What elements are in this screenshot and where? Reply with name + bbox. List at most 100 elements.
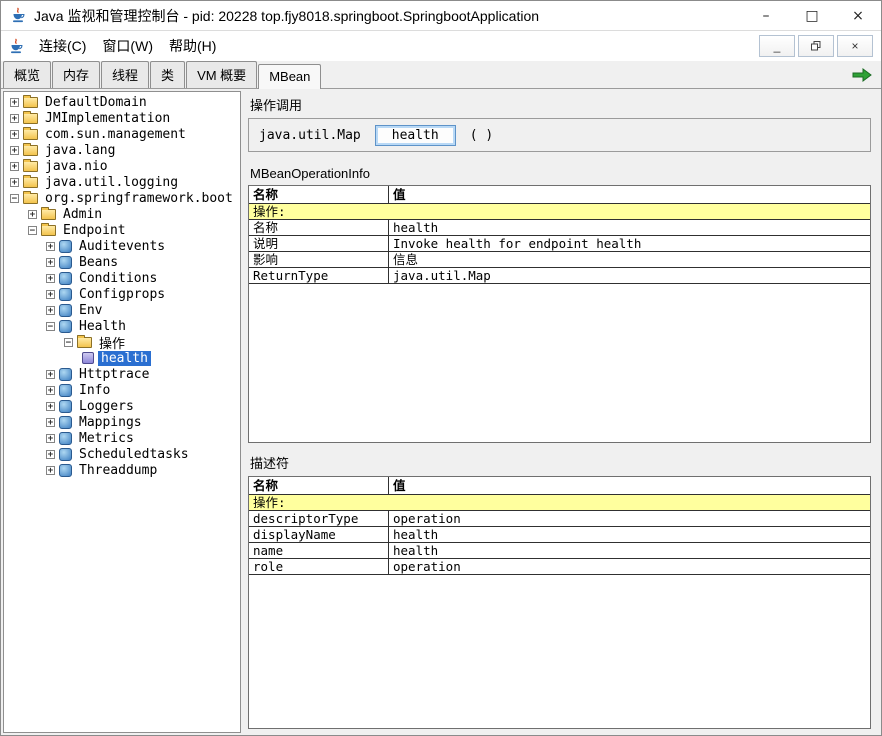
tree-node-label: health: [98, 351, 151, 366]
expand-toggle-icon[interactable]: +: [46, 370, 55, 379]
tree-node-label: Info: [76, 383, 113, 398]
expand-toggle-icon[interactable]: +: [46, 290, 55, 299]
expand-toggle-icon[interactable]: +: [46, 434, 55, 443]
row-value-cell: 信息: [389, 252, 870, 267]
folder-icon: [41, 225, 56, 236]
row-name-cell: displayName: [249, 527, 389, 542]
maximize-button[interactable]: □: [789, 1, 835, 30]
tree-node-com-sun-management[interactable]: + com.sun.management: [4, 126, 240, 142]
table-row[interactable]: roleoperation: [249, 559, 870, 575]
tree-node-label: Admin: [60, 207, 105, 222]
tree-node-info[interactable]: + Info: [4, 382, 240, 398]
expand-toggle-icon[interactable]: +: [46, 274, 55, 283]
restore-icon[interactable]: [798, 35, 834, 57]
tab-memory[interactable]: 内存: [52, 61, 100, 88]
tree-node-conditions[interactable]: +Conditions: [4, 270, 240, 286]
table-row[interactable]: 说明Invoke health for endpoint health: [249, 236, 870, 252]
minimize-button[interactable]: –: [743, 1, 789, 30]
expand-toggle-icon[interactable]: +: [46, 386, 55, 395]
expand-toggle-icon[interactable]: +: [46, 418, 55, 427]
tab-overview[interactable]: 概览: [3, 61, 51, 88]
tree-node-admin[interactable]: + Admin: [4, 206, 240, 222]
column-header-value: 值: [389, 186, 870, 203]
tab-mbean[interactable]: MBean: [258, 64, 321, 89]
expand-toggle-icon[interactable]: +: [10, 146, 19, 155]
tree-node-label: 操作: [96, 333, 128, 352]
tree-node-操作[interactable]: − 操作: [4, 334, 240, 350]
collapse-toggle-icon[interactable]: −: [28, 226, 37, 235]
table-row[interactable]: 影响信息: [249, 252, 870, 268]
tree-node-defaultdomain[interactable]: +DefaultDomain: [4, 94, 240, 110]
tree-node-health[interactable]: health: [4, 350, 240, 366]
expand-toggle-icon[interactable]: +: [46, 242, 55, 251]
main-content: +DefaultDomain+JMImplementation+com.sun.…: [1, 89, 881, 735]
tree-node-metrics[interactable]: + Metrics: [4, 430, 240, 446]
tree-node-auditevents[interactable]: +Auditevents: [4, 238, 240, 254]
collapse-toggle-icon[interactable]: −: [10, 194, 19, 203]
expand-toggle-icon[interactable]: +: [10, 178, 19, 187]
tree-node-label: Env: [76, 303, 105, 318]
operation-args: ( ): [470, 128, 493, 143]
tree-node-loggers[interactable]: + Loggers: [4, 398, 240, 414]
row-value-cell: operation: [389, 559, 870, 574]
tree-node-httptrace[interactable]: +Httptrace: [4, 366, 240, 382]
row-value-cell: java.util.Map: [389, 268, 870, 283]
window-controls: – □ ×: [743, 1, 881, 30]
expand-toggle-icon[interactable]: +: [28, 210, 37, 219]
tree-node-env[interactable]: + Env: [4, 302, 240, 318]
tree-node-java-nio[interactable]: +java.nio: [4, 158, 240, 174]
tree-node-mappings[interactable]: +Mappings: [4, 414, 240, 430]
java-cup-icon: [9, 7, 27, 25]
expand-toggle-icon[interactable]: +: [10, 162, 19, 171]
tree-node-java-util-logging[interactable]: +java.util.logging: [4, 174, 240, 190]
tree-node-java-lang[interactable]: +java.lang: [4, 142, 240, 158]
tree-node-label: com.sun.management: [42, 127, 189, 142]
tree-node-scheduledtasks[interactable]: +Scheduledtasks: [4, 446, 240, 462]
folder-icon: [41, 209, 56, 220]
close-button[interactable]: ×: [835, 1, 881, 30]
inner-close-button[interactable]: ×: [837, 35, 873, 57]
invoke-health-button[interactable]: health: [375, 125, 456, 146]
tree-node-threaddump[interactable]: +Threaddump: [4, 462, 240, 478]
collapse-toggle-icon[interactable]: −: [64, 338, 73, 347]
title-bar[interactable]: Java 监视和管理控制台 - pid: 20228 top.fjy8018.s…: [1, 1, 881, 31]
expand-toggle-icon[interactable]: +: [10, 98, 19, 107]
tree-node-jmimplementation[interactable]: +JMImplementation: [4, 110, 240, 126]
expand-toggle-icon[interactable]: +: [46, 450, 55, 459]
bean-icon: [59, 448, 72, 461]
menu-help[interactable]: 帮助(H): [161, 33, 224, 59]
menu-window[interactable]: 窗口(W): [94, 33, 161, 59]
expand-toggle-icon[interactable]: +: [46, 402, 55, 411]
expand-toggle-icon[interactable]: +: [10, 114, 19, 123]
row-value-cell: health: [389, 527, 870, 542]
table-header-row: 名称值: [249, 186, 870, 204]
descriptor-table: 名称值操作:descriptorTypeoperationdisplayName…: [248, 476, 871, 729]
tab-threads[interactable]: 线程: [101, 61, 149, 88]
table-row[interactable]: 名称health: [249, 220, 870, 236]
tree-node-org-springframework-boot[interactable]: −org.springframework.boot: [4, 190, 240, 206]
expand-toggle-icon[interactable]: +: [46, 466, 55, 475]
tree-node-label: Metrics: [76, 431, 137, 446]
tree-node-configprops[interactable]: +Configprops: [4, 286, 240, 302]
expand-toggle-icon[interactable]: +: [46, 306, 55, 315]
table-row[interactable]: descriptorTypeoperation: [249, 511, 870, 527]
column-header-name: 名称: [249, 186, 389, 203]
expand-toggle-icon[interactable]: +: [10, 130, 19, 139]
tree-node-beans[interactable]: +Beans: [4, 254, 240, 270]
menu-connect[interactable]: 连接(C): [31, 33, 94, 59]
collapse-toggle-icon[interactable]: −: [46, 322, 55, 331]
tree-node-endpoint[interactable]: −Endpoint: [4, 222, 240, 238]
folder-icon: [23, 161, 38, 172]
tab-classes[interactable]: 类: [150, 61, 185, 88]
tab-bar: 概览内存线程类VM 概要MBean: [1, 61, 881, 89]
mbean-operation-info-table: 名称值操作:名称health说明Invoke health for endpoi…: [248, 185, 871, 443]
expand-toggle-icon[interactable]: +: [46, 258, 55, 267]
table-row[interactable]: ReturnTypejava.util.Map: [249, 268, 870, 284]
table-row[interactable]: displayNamehealth: [249, 527, 870, 543]
bean-icon: [59, 272, 72, 285]
tab-vm-summary[interactable]: VM 概要: [186, 61, 257, 88]
tree-node-label: Loggers: [76, 399, 137, 414]
table-row[interactable]: namehealth: [249, 543, 870, 559]
row-value-cell: Invoke health for endpoint health: [389, 236, 870, 251]
inner-minimize-button[interactable]: _: [759, 35, 795, 57]
